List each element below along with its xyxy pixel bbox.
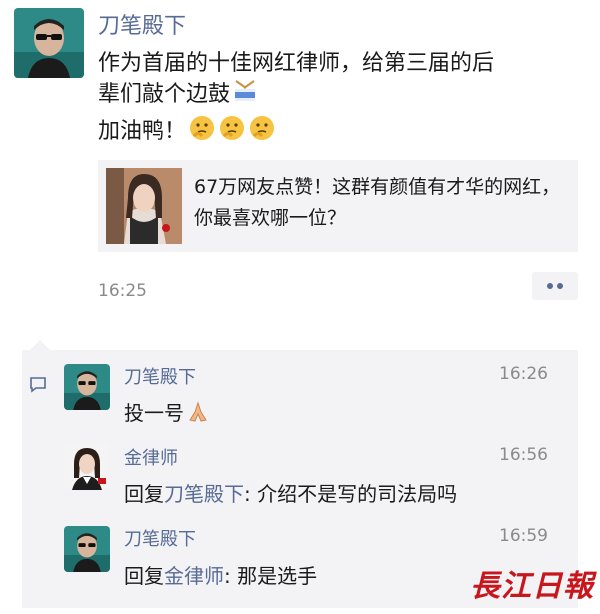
comment-bubble-icon (29, 375, 47, 397)
comment-author[interactable]: 刀笔殿下 (124, 525, 196, 551)
praying-hands-emoji (186, 400, 210, 429)
comments-caret (30, 340, 50, 350)
comment-body: 投一号 (124, 401, 184, 425)
post-text: 作为首届的十佳网红律师，给第三届的后 辈们敲个边鼓 加油鸭！ (98, 48, 578, 151)
post-text-line: 加油鸭！ (98, 114, 578, 151)
more-options-button[interactable] (532, 272, 578, 300)
shared-link-card[interactable]: 67万网友点赞！这群有颜值有才华的网红，你最喜欢哪一位？ (98, 160, 578, 252)
comment-text: 投一号 (124, 397, 210, 429)
more-dots-icon (557, 283, 563, 289)
commenter-avatar[interactable] (64, 526, 110, 572)
comment-author[interactable]: 刀笔殿下 (124, 363, 196, 389)
comment-time: 16:59 (499, 526, 548, 546)
drum-icon (232, 79, 258, 114)
post-text-segment: 加油鸭！ (98, 119, 187, 144)
post-text-line: 作为首届的十佳网红律师，给第三届的后 (98, 51, 495, 76)
comment-time: 16:26 (499, 364, 548, 384)
comment-text: 回复金律师: 那是选手 (124, 560, 317, 589)
post-author-name[interactable]: 刀笔殿下 (98, 8, 186, 40)
author-avatar[interactable] (14, 8, 84, 78)
thinking-face-emoji (248, 114, 276, 151)
link-thumbnail (106, 168, 182, 244)
thinking-face-emoji (188, 114, 216, 151)
comment-author[interactable]: 金律师 (124, 444, 178, 470)
comment-body: : 那是选手 (224, 564, 318, 588)
reply-prefix: 回复 (124, 564, 164, 588)
commenter-avatar[interactable] (64, 444, 110, 490)
more-dots-icon (547, 283, 553, 289)
link-title: 67万网友点赞！这群有颜值有才华的网红，你最喜欢哪一位？ (194, 176, 561, 229)
comment-body: : 介绍不是写的司法局吗 (244, 482, 458, 506)
newspaper-watermark: 長江日報 (470, 569, 594, 604)
post-text-segment: 辈们敲个边鼓 (98, 82, 231, 107)
commenter-avatar[interactable] (64, 364, 110, 410)
reply-mention-link[interactable]: 金律师 (164, 564, 224, 588)
reply-prefix: 回复 (124, 482, 164, 506)
post-timestamp: 16:25 (98, 281, 147, 301)
post-text-line: 辈们敲个边鼓 (98, 79, 578, 114)
thinking-face-emoji (218, 114, 246, 151)
comment-text: 回复刀笔殿下: 介绍不是写的司法局吗 (124, 478, 457, 507)
reply-mention-link[interactable]: 刀笔殿下 (164, 482, 244, 506)
comment-time: 16:56 (499, 445, 548, 465)
